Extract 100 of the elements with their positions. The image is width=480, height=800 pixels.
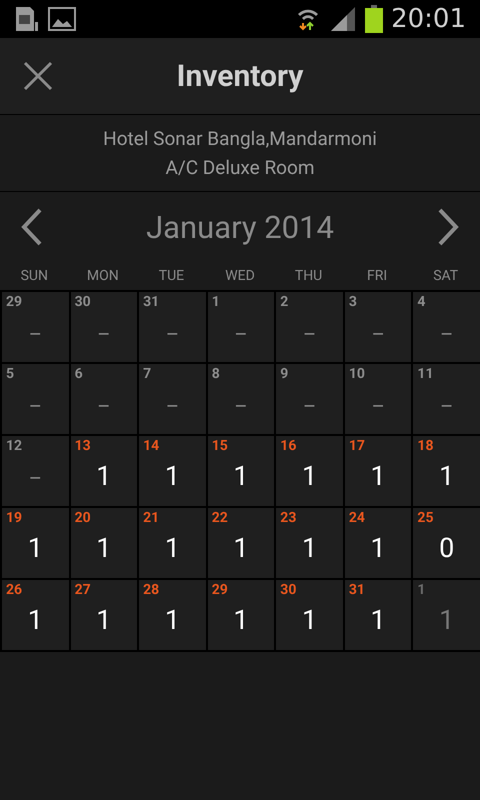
room-count: 1 [96,532,112,564]
calendar-day[interactable]: 22 1 [208,508,274,578]
calendar-day[interactable]: 7 – [139,364,206,434]
calendar-day[interactable]: 14 1 [139,436,206,506]
room-count: – [372,394,385,418]
room-count: 1 [96,604,112,636]
room-count: 1 [370,604,386,636]
day-number: 31 [143,294,160,310]
weekday-label: SAT [432,268,460,284]
calendar-day[interactable]: 26 1 [2,580,69,650]
day-number: 29 [212,582,228,598]
calendar-day[interactable]: 20 1 [70,508,138,578]
day-number: 16 [280,438,296,454]
weekday-label: THU [294,268,324,284]
calendar-day[interactable]: 28 1 [139,580,206,650]
room-type: A/C Deluxe Room [165,155,315,181]
room-count: 1 [370,532,386,564]
room-count: 1 [28,604,43,636]
calendar-day[interactable]: 25 0 [413,508,480,578]
calendar-day[interactable]: 6 – [70,364,138,434]
room-count: 1 [233,604,249,636]
weekday-label: FRI [366,268,388,284]
calendar-day[interactable]: 8 – [208,364,274,434]
room-count: – [28,466,42,490]
day-number: 4 [417,294,426,310]
calendar-day[interactable]: 9 – [276,364,343,434]
day-number: 27 [74,582,91,598]
month-title: January 2014 [146,208,334,246]
day-number: 18 [417,438,434,454]
calendar-day[interactable]: 11 – [413,364,480,434]
calendar-day[interactable]: 12 – [2,436,69,506]
room-count: 1 [28,532,43,564]
day-number: 3 [348,294,357,310]
room-count: – [234,322,248,346]
calendar-day[interactable]: 17 1 [344,436,412,506]
room-count: – [234,394,248,418]
room-count: 1 [164,604,180,636]
room-count: – [303,322,316,346]
close-icon[interactable] [22,60,54,92]
calendar-day[interactable]: 13 1 [70,436,138,506]
calendar-day[interactable]: 30 – [70,292,138,362]
calendar-day[interactable]: 29 – [2,292,69,362]
calendar-day[interactable]: 29 1 [208,580,274,650]
room-count: 0 [439,532,454,564]
calendar-day[interactable]: 3 – [344,292,412,362]
day-number: 24 [348,510,365,526]
signal-icon [329,6,358,32]
room-count: – [303,394,316,418]
room-count: 1 [370,460,386,492]
calendar-day[interactable]: 2 – [276,292,343,362]
calendar-day[interactable]: 1 – [208,292,274,362]
calendar-day[interactable]: 31 – [139,292,206,362]
calendar-day[interactable]: 5 – [2,364,69,434]
day-number: 31 [348,582,365,598]
calendar-day[interactable]: 31 1 [344,580,412,650]
day-number: 30 [74,294,91,310]
calendar-day[interactable]: 24 1 [344,508,412,578]
calendar-day[interactable]: 19 1 [2,508,69,578]
day-number: 10 [348,366,365,382]
room-count: – [97,322,110,346]
calendar-day[interactable]: 21 1 [139,508,206,578]
day-number: 12 [6,438,22,454]
weekday-label: TUE [158,268,186,284]
room-count: 1 [439,604,454,636]
calendar-day[interactable]: 16 1 [276,436,343,506]
calendar-day[interactable]: 30 1 [276,580,343,650]
room-count: 1 [302,460,318,492]
battery-icon [365,5,384,33]
calendar-day[interactable]: 18 1 [413,436,480,506]
calendar-day[interactable]: 15 1 [208,436,274,506]
day-number: 15 [212,438,228,454]
room-count: – [28,394,42,418]
room-count: 1 [164,532,180,564]
room-count: 1 [302,604,318,636]
calendar-day[interactable]: 23 1 [276,508,343,578]
room-count: – [97,394,110,418]
day-number: 1 [417,582,426,598]
weekday-label: WED [224,268,256,284]
day-number: 28 [143,582,160,598]
room-count: – [166,322,179,346]
day-number: 1 [212,294,220,310]
day-number: 26 [6,582,22,598]
calendar-day[interactable]: 1 1 [413,580,480,650]
calendar-day[interactable]: 4 – [413,292,480,362]
day-number: 11 [417,366,434,382]
day-number: 2 [280,294,288,310]
day-number: 6 [74,366,83,382]
calendar-day[interactable]: 10 – [344,364,412,434]
room-count: 1 [96,460,112,492]
day-number: 8 [212,366,220,382]
day-number: 13 [74,438,91,454]
day-number: 7 [143,366,152,382]
day-number: 25 [417,510,434,526]
calendar-day[interactable]: 27 1 [70,580,138,650]
day-number: 30 [280,582,296,598]
room-count: 1 [439,460,454,492]
screen-title: Inventory [176,58,304,94]
room-count: – [166,394,179,418]
day-number: 29 [6,294,22,310]
hotel-name: Hotel Sonar Bangla,Mandarmoni [103,126,377,152]
